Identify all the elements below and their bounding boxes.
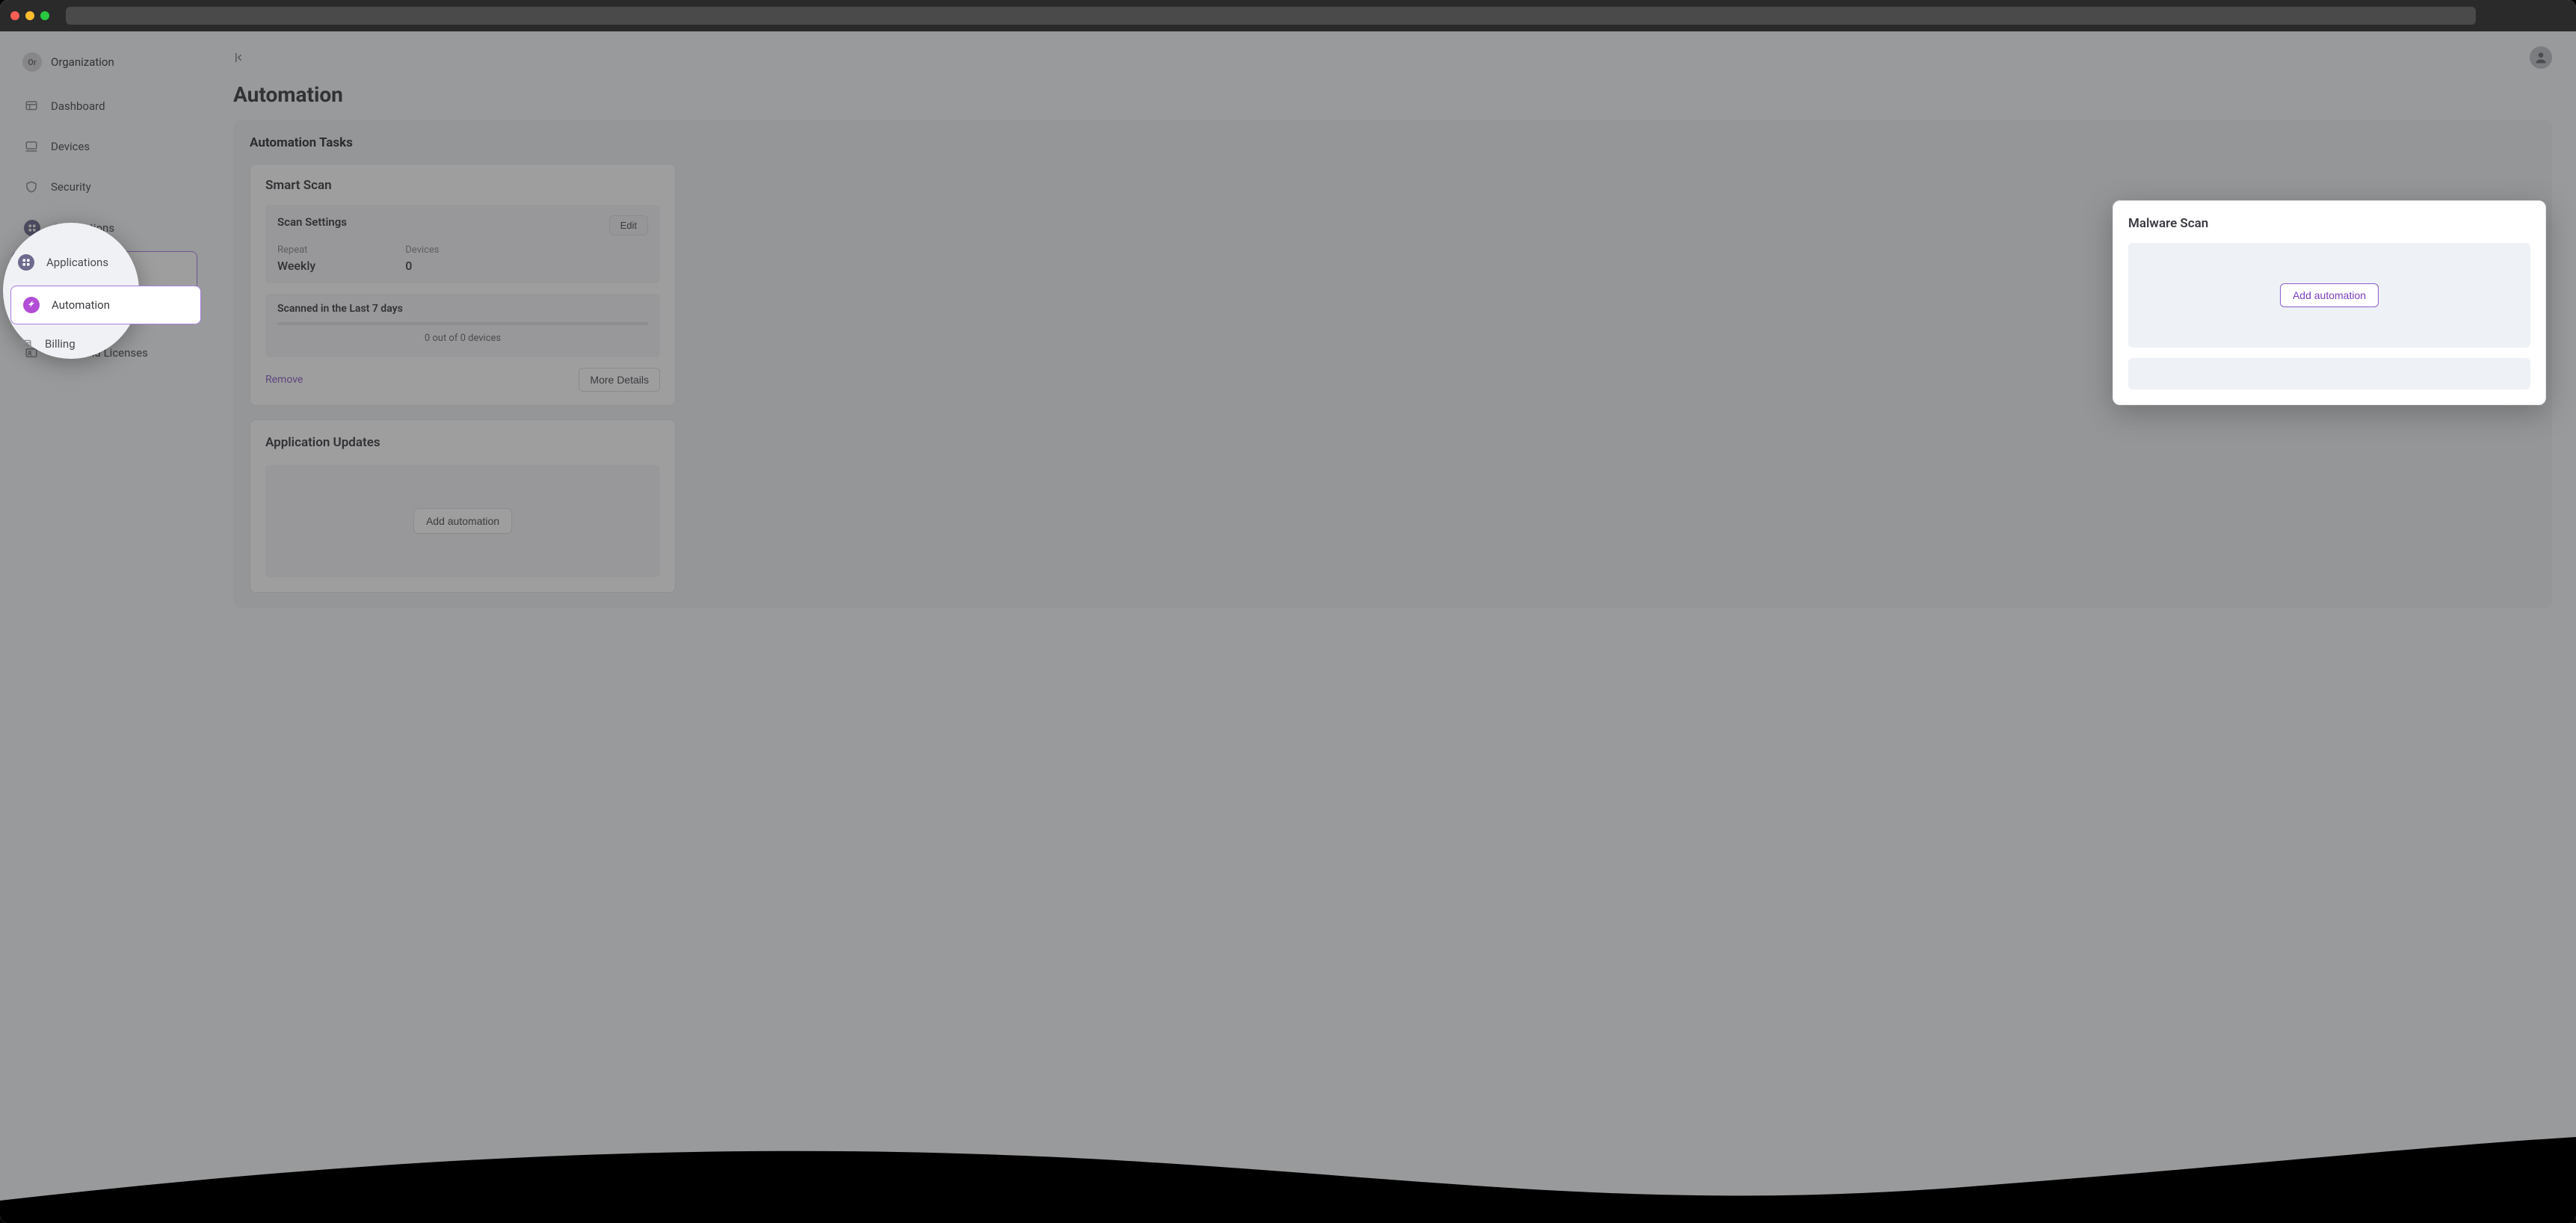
apps-icon [18,254,34,271]
spotlight-item-billing[interactable]: Billing [3,326,209,362]
user-avatar[interactable] [2530,46,2552,69]
devices-value: 0 [405,259,439,273]
app-window: Or Organization Dashboard Devices [0,0,2576,1223]
automation-icon [23,297,40,313]
app-area: Or Organization Dashboard Devices [0,31,2576,1223]
malware-scan-card: Malware Scan Add automation [2113,200,2546,405]
add-automation-button-app-updates[interactable]: Add automation [413,508,512,534]
add-automation-button-malware[interactable]: Add automation [2280,283,2379,307]
page-title: Automation [233,82,2552,107]
traffic-lights [10,11,49,20]
dashboard-icon [24,99,39,114]
devices-col: Devices 0 [405,244,439,273]
more-details-button[interactable]: More Details [579,368,660,392]
nav-label: Dashboard [51,99,105,113]
progress-text: 0 out of 0 devices [277,333,648,344]
repeat-value: Weekly [277,259,315,273]
malware-scan-placeholder: Add automation [2128,243,2530,348]
repeat-col: Repeat Weekly [277,244,315,273]
nav-label: Billing [45,337,76,351]
nav-label: Security [51,180,91,194]
close-window-button[interactable] [10,11,19,20]
spotlight-item-automation[interactable]: Automation [10,286,201,324]
scanned-last7-box: Scanned in the Last 7 days 0 out of 0 de… [265,294,660,357]
application-updates-heading: Application Updates [265,435,660,450]
collapse-sidebar-button[interactable] [233,51,247,64]
edit-scan-settings-button[interactable]: Edit [609,215,648,235]
smart-scan-footer: Remove More Details [265,368,660,392]
smart-scan-card: Smart Scan Scan Settings Edit Repeat Wee… [250,164,676,406]
smart-scan-heading: Smart Scan [265,178,660,193]
scan-settings-label: Scan Settings [277,215,347,229]
window-titlebar [0,0,2576,31]
org-header[interactable]: Or Organization [0,45,209,88]
devices-label: Devices [405,244,439,256]
nav-label: Devices [51,140,90,153]
spotlight-item-applications[interactable]: Applications [3,244,209,281]
billing-icon [18,336,33,351]
malware-scan-footer-placeholder [2128,358,2530,389]
remove-automation-link[interactable]: Remove [265,374,303,386]
application-updates-card: Application Updates Add automation [250,419,676,593]
minimize-window-button[interactable] [25,11,34,20]
panel-title: Automation Tasks [250,135,2536,150]
nav-label: Automation [52,298,110,312]
sidebar-item-security[interactable]: Security [12,169,197,205]
progress-bar [277,322,648,325]
maximize-window-button[interactable] [40,11,49,20]
scan-settings-box: Scan Settings Edit Repeat Weekly Devices… [265,205,660,283]
sidebar: Or Organization Dashboard Devices [0,31,209,1223]
browser-urlbar[interactable] [66,7,2476,25]
app-updates-placeholder: Add automation [265,465,660,577]
org-name: Organization [51,55,114,69]
monitor-icon [24,139,39,154]
nav-label: Applications [46,256,108,269]
repeat-label: Repeat [277,244,315,256]
sidebar-item-devices[interactable]: Devices [12,129,197,164]
shield-icon [24,179,39,194]
org-badge: Or [22,52,42,72]
scanned-title: Scanned in the Last 7 days [277,303,648,315]
malware-scan-heading: Malware Scan [2128,216,2530,231]
sidebar-item-dashboard[interactable]: Dashboard [12,88,197,124]
main-topbar [233,46,2552,69]
spotlight-nav-copy: Applications Automation Billing [3,223,209,366]
